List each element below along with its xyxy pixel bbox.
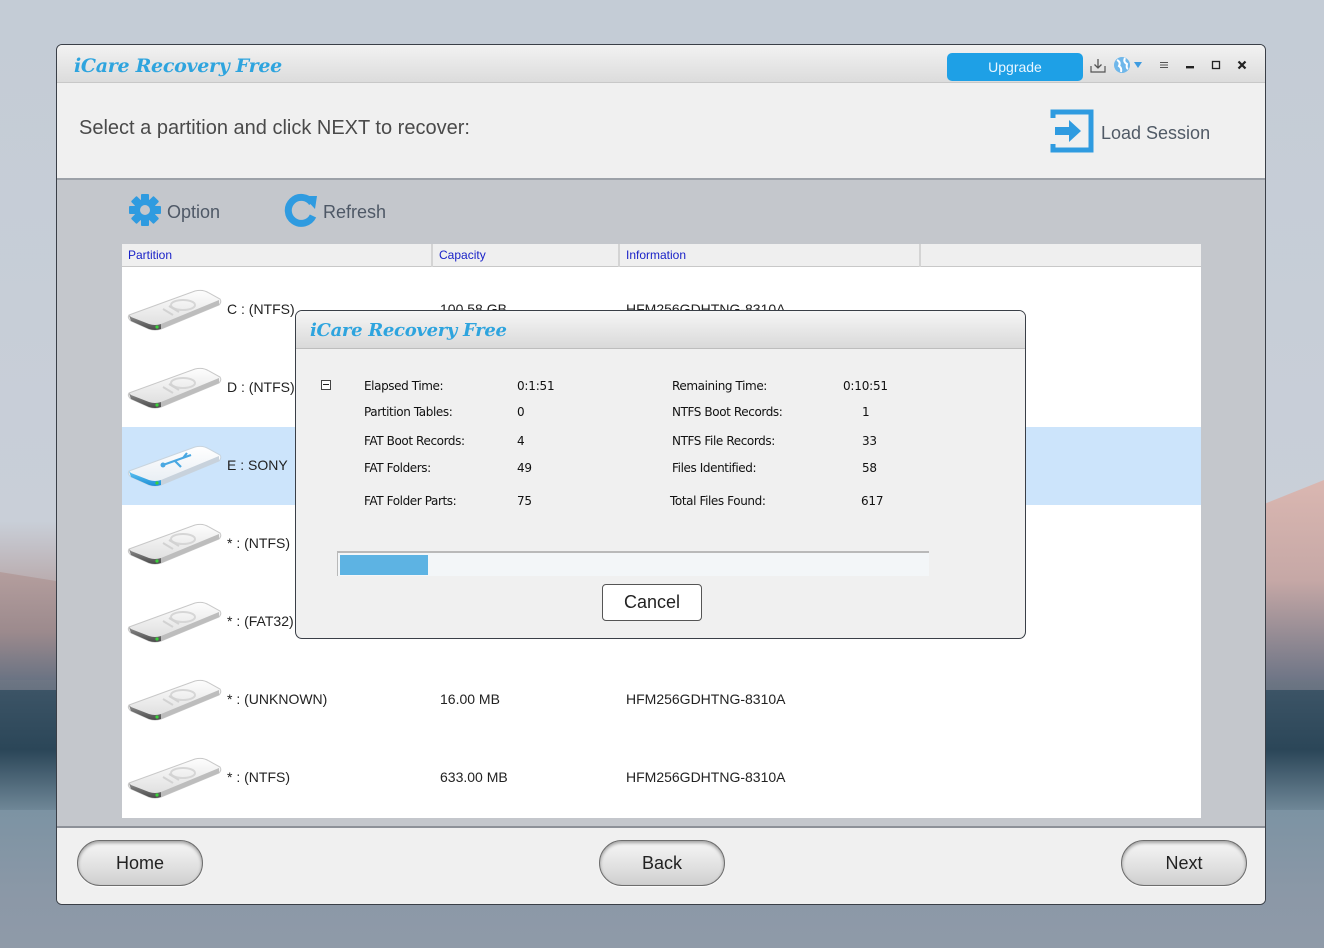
load-session-icon (1049, 108, 1095, 159)
refresh-icon (283, 192, 319, 233)
column-header-partition[interactable]: Partition (122, 244, 433, 267)
upgrade-button[interactable]: Upgrade (947, 53, 1083, 81)
table-row[interactable]: * : (UNKNOWN) 16.00 MB HFM256GDHTNG-8310A (122, 661, 1201, 739)
option-label: Option (167, 201, 221, 222)
stat-value: 4 (517, 434, 525, 448)
menu-icon[interactable] (1157, 56, 1171, 74)
partition-info: HFM256GDHTNG-8310A (626, 691, 786, 707)
close-icon[interactable] (1235, 56, 1249, 74)
stat-value: 617 (861, 494, 884, 508)
partition-name: D : (NTFS) (227, 379, 295, 395)
stat-value: 1 (862, 405, 870, 419)
partition-name: * : (UNKNOWN) (227, 691, 328, 707)
stat-value: 0 (517, 405, 525, 419)
title-bar[interactable]: iCare Recovery Free Upgrade (57, 45, 1265, 83)
partition-name: * : (NTFS) (227, 535, 290, 551)
app-title: iCare Recovery Free (74, 55, 282, 77)
cancel-button[interactable]: Cancel (602, 584, 702, 621)
load-session-label: Load Session (1101, 122, 1211, 143)
collapse-icon[interactable] (321, 380, 331, 390)
option-button[interactable]: Option (127, 192, 220, 232)
stat-value: 0:10:51 (843, 379, 888, 393)
globe-icon[interactable] (1113, 56, 1145, 74)
maximize-icon[interactable] (1209, 56, 1223, 74)
partition-capacity: 16.00 MB (440, 691, 500, 707)
wallpaper-hill-right (1264, 480, 1324, 680)
stat-value: 49 (517, 461, 532, 475)
hard-drive-icon (125, 365, 223, 411)
stat-value: 33 (862, 434, 877, 448)
stat-label: FAT Folder Parts: (364, 494, 457, 508)
back-button[interactable]: Back (599, 840, 725, 886)
next-button[interactable]: Next (1121, 840, 1247, 886)
partition-capacity: 633.00 MB (440, 769, 508, 785)
refresh-button[interactable]: Refresh (283, 192, 386, 232)
gear-icon (127, 192, 163, 233)
stat-label: Files Identified: (672, 461, 757, 475)
dialog-title: iCare Recovery Free (310, 320, 507, 341)
partition-name: E : SONY (227, 457, 288, 473)
stat-label: NTFS Boot Records: (672, 405, 783, 419)
minimize-icon[interactable] (1183, 56, 1197, 74)
partition-name: * : (NTFS) (227, 769, 290, 785)
dialog-title-bar[interactable]: iCare Recovery Free (296, 311, 1025, 349)
partition-name: * : (FAT32) (227, 613, 294, 629)
progress-fill (340, 555, 429, 575)
download-icon[interactable] (1089, 56, 1107, 74)
hard-drive-icon (125, 755, 223, 801)
scan-progress-dialog: iCare Recovery Free Elapsed Time: 0:1:51… (295, 310, 1026, 639)
stat-label: FAT Boot Records: (364, 434, 465, 448)
hard-drive-icon (125, 599, 223, 645)
footer: Home Back Next (57, 826, 1265, 904)
hard-drive-icon (125, 287, 223, 333)
home-button[interactable]: Home (77, 840, 203, 886)
column-header-capacity[interactable]: Capacity (433, 244, 620, 267)
partition-name: C : (NTFS) (227, 301, 295, 317)
stat-value: 58 (862, 461, 877, 475)
stat-value: 75 (517, 494, 532, 508)
partition-info: HFM256GDHTNG-8310A (626, 769, 786, 785)
column-header-information[interactable]: Information (620, 244, 921, 267)
hard-drive-icon (125, 521, 223, 567)
header: Select a partition and click NEXT to rec… (57, 84, 1265, 180)
scan-progress-bar (337, 551, 929, 576)
stat-value: 0:1:51 (517, 379, 555, 393)
stat-label: Remaining Time: (672, 379, 767, 393)
load-session-button[interactable]: Load Session (1049, 108, 1210, 158)
stat-label: Partition Tables: (364, 405, 453, 419)
stat-label: NTFS File Records: (672, 434, 775, 448)
instruction-text: Select a partition and click NEXT to rec… (79, 117, 470, 139)
stat-label: Total Files Found: (670, 494, 766, 508)
stat-label: FAT Folders: (364, 461, 431, 475)
stat-label: Elapsed Time: (364, 379, 444, 393)
table-row[interactable]: * : (NTFS) 633.00 MB HFM256GDHTNG-8310A (122, 739, 1201, 817)
refresh-label: Refresh (323, 201, 387, 222)
table-header: Partition Capacity Information (122, 244, 1201, 267)
hard-drive-icon (125, 677, 223, 723)
usb-drive-icon (125, 443, 223, 489)
wallpaper-hill-left (0, 572, 60, 680)
